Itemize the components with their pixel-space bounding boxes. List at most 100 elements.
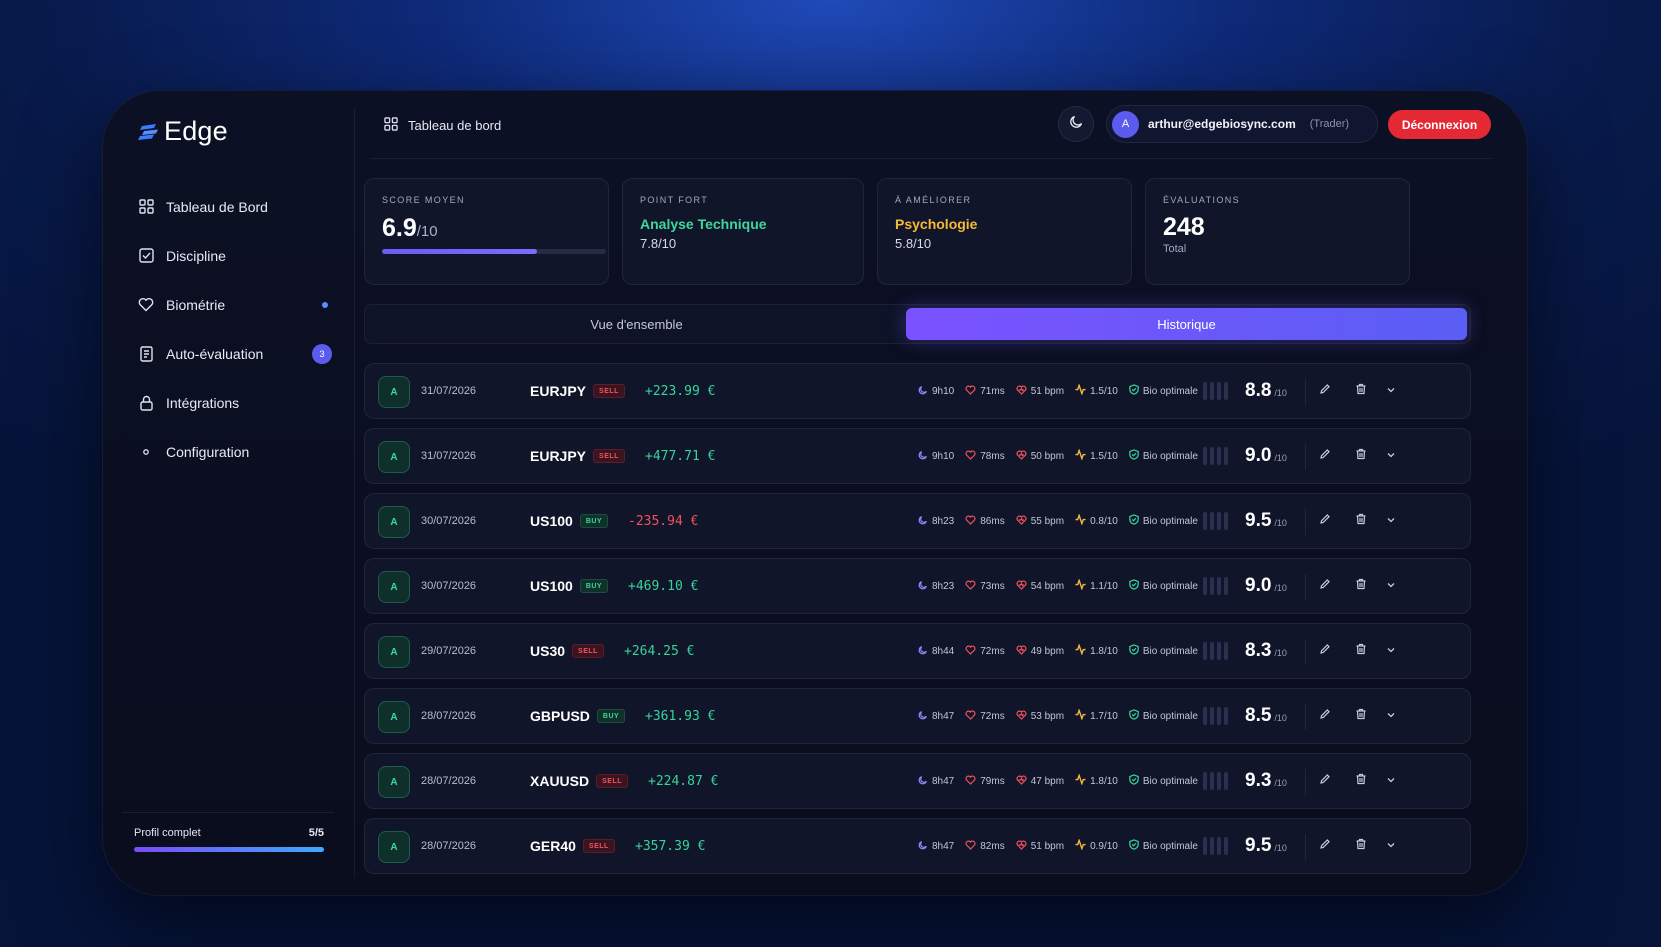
dot-icon	[138, 444, 154, 460]
pencil-icon	[1319, 382, 1331, 400]
sidebar-item-biometrics[interactable]: Biométrie	[138, 280, 328, 329]
stress-metric: 1.5/10	[1075, 383, 1118, 398]
expand-button[interactable]	[1381, 771, 1401, 791]
expand-button[interactable]	[1381, 381, 1401, 401]
side-badge: BUY	[579, 579, 609, 593]
activity-icon	[1075, 448, 1086, 463]
stress-metric: 0.9/10	[1075, 838, 1118, 853]
expand-button[interactable]	[1381, 446, 1401, 466]
delete-button[interactable]	[1351, 576, 1371, 596]
heart-outline-icon	[965, 515, 976, 528]
edit-button[interactable]	[1315, 381, 1335, 401]
delete-button[interactable]	[1351, 706, 1371, 726]
chevron-down-icon	[1386, 772, 1396, 790]
expand-button[interactable]	[1381, 576, 1401, 596]
stat-card-average-score: SCORE MOYEN 6.9/10	[364, 178, 609, 285]
trade-row[interactable]: A 28/07/2026 GBPUSD BUY +361.93 € 8h47 7…	[364, 688, 1471, 744]
sleep-metric: 9h10	[918, 385, 954, 398]
trade-row[interactable]: A 28/07/2026 GER40 SELL +357.39 € 8h47 8…	[364, 818, 1471, 874]
pencil-icon	[1319, 577, 1331, 595]
card-label: À AMÉLIORER	[895, 195, 972, 205]
reaction-metric: 73ms	[965, 580, 1005, 593]
sidebar-item-self-evaluation[interactable]: Auto-évaluation 3	[138, 329, 332, 378]
edit-button[interactable]	[1315, 446, 1335, 466]
pair-symbol: GBPUSD	[530, 708, 590, 724]
evaluations-count: 248	[1163, 213, 1205, 241]
grade-badge: A	[378, 571, 410, 603]
trade-row[interactable]: A 28/07/2026 XAUUSD SELL +224.87 € 8h47 …	[364, 753, 1471, 809]
edit-button[interactable]	[1315, 576, 1335, 596]
grade-badge: A	[378, 441, 410, 473]
score-bars	[1203, 577, 1228, 595]
edit-button[interactable]	[1315, 836, 1335, 856]
heart-pulse-icon	[1016, 515, 1027, 528]
expand-button[interactable]	[1381, 836, 1401, 856]
reaction-metric: 71ms	[965, 385, 1005, 398]
side-badge: BUY	[596, 709, 626, 723]
trade-row[interactable]: A 29/07/2026 US30 SELL +264.25 € 8h44 72…	[364, 623, 1471, 679]
trade-row[interactable]: A 31/07/2026 EURJPY SELL +477.71 € 9h10 …	[364, 428, 1471, 484]
bio-metrics: 8h23 73ms 54 bpm 1.1/10 Bio optimale	[918, 578, 1209, 593]
moon-icon	[918, 775, 928, 788]
delete-button[interactable]	[1351, 381, 1371, 401]
heart-rate-metric: 53 bpm	[1016, 710, 1064, 723]
delete-button[interactable]	[1351, 771, 1371, 791]
trade-row[interactable]: A 30/07/2026 US100 BUY +469.10 € 8h23 73…	[364, 558, 1471, 614]
expand-button[interactable]	[1381, 511, 1401, 531]
pencil-icon	[1319, 447, 1331, 465]
activity-icon	[1075, 578, 1086, 593]
edit-button[interactable]	[1315, 511, 1335, 531]
sleep-metric: 8h23	[918, 580, 954, 593]
edit-button[interactable]	[1315, 706, 1335, 726]
trash-icon	[1355, 837, 1367, 855]
heart-outline-icon	[965, 385, 976, 398]
trade-row[interactable]: A 30/07/2026 US100 BUY -235.94 € 8h23 86…	[364, 493, 1471, 549]
delete-button[interactable]	[1351, 511, 1371, 531]
moon-icon	[918, 580, 928, 593]
trade-pnl: +223.99 €	[645, 383, 716, 399]
logo[interactable]: Edge	[138, 116, 228, 147]
delete-button[interactable]	[1351, 836, 1371, 856]
reaction-metric: 72ms	[965, 645, 1005, 658]
chevron-down-icon	[1386, 447, 1396, 465]
trade-row[interactable]: A 31/07/2026 EURJPY SELL +223.99 € 9h10 …	[364, 363, 1471, 419]
score-bars	[1203, 642, 1228, 660]
trade-date: 28/07/2026	[421, 775, 477, 787]
header-divider	[370, 158, 1492, 159]
user-menu[interactable]: A arthur@edgebiosync.com (Trader)	[1106, 105, 1378, 143]
sidebar-item-discipline[interactable]: Discipline	[138, 231, 328, 280]
bio-status: Bio optimale	[1129, 449, 1198, 463]
sidebar-item-configuration[interactable]: Configuration	[138, 427, 328, 476]
shield-check-icon	[1129, 709, 1139, 723]
stress-metric: 1.7/10	[1075, 708, 1118, 723]
trade-pair: US100 BUY	[530, 578, 609, 594]
score-bars	[1203, 837, 1228, 855]
tab-overview[interactable]: Vue d'ensemble	[368, 308, 905, 340]
bio-status: Bio optimale	[1129, 579, 1198, 593]
sidebar-item-label: Auto-évaluation	[166, 345, 264, 362]
checkbox-icon	[138, 248, 154, 264]
score-bars	[1203, 447, 1228, 465]
shield-check-icon	[1129, 839, 1139, 853]
bio-status: Bio optimale	[1129, 514, 1198, 528]
bio-status: Bio optimale	[1129, 774, 1198, 788]
sidebar-item-integrations[interactable]: Intégrations	[138, 378, 328, 427]
edit-button[interactable]	[1315, 771, 1335, 791]
expand-button[interactable]	[1381, 641, 1401, 661]
expand-button[interactable]	[1381, 706, 1401, 726]
sidebar: Edge Tableau de Bord Discipline Biométri…	[102, 90, 354, 896]
logout-button[interactable]: Déconnexion	[1388, 110, 1491, 139]
tab-history[interactable]: Historique	[906, 308, 1467, 340]
stat-card-to-improve: À AMÉLIORER Psychologie 5.8/10	[877, 178, 1132, 285]
trade-score: 9.5/10	[1245, 510, 1287, 531]
app-window: Edge Tableau de Bord Discipline Biométri…	[102, 90, 1528, 896]
moon-icon	[918, 385, 928, 398]
delete-button[interactable]	[1351, 446, 1371, 466]
theme-toggle-button[interactable]	[1058, 106, 1094, 142]
trash-icon	[1355, 382, 1367, 400]
delete-button[interactable]	[1351, 641, 1371, 661]
heart-pulse-icon	[1016, 645, 1027, 658]
edit-button[interactable]	[1315, 641, 1335, 661]
trade-pnl: +264.25 €	[624, 643, 695, 659]
sidebar-item-dashboard[interactable]: Tableau de Bord	[138, 182, 328, 231]
